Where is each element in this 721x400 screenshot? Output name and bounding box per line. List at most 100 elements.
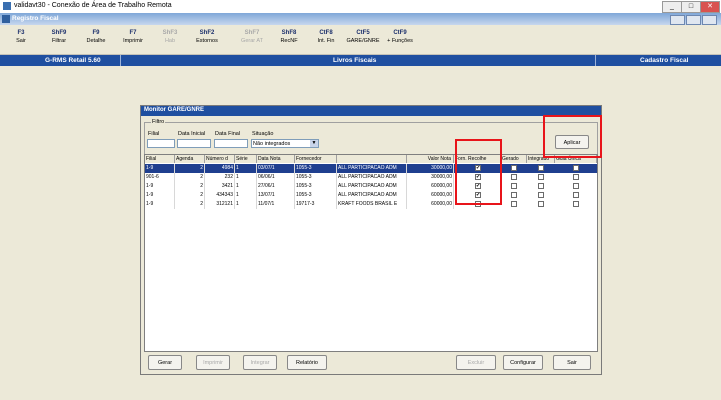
app-minimize-button[interactable]	[670, 15, 685, 25]
cell-valor: 30000,00	[407, 164, 454, 173]
col-serie[interactable]: Série	[235, 155, 257, 163]
app-close-button[interactable]	[702, 15, 717, 25]
table-row[interactable]: 1-9 2 4984 1 03/07/1 1055-3 ALL PARTICIPACAO A…	[145, 164, 597, 173]
table-row[interactable]: 1-9 2 312121 1 11/07/1 19717-3 KRAFT FOODS BRA…	[145, 200, 597, 209]
checkbox-integrado[interactable]	[538, 165, 544, 171]
toolbar-estornos[interactable]: ShF2 Estornos	[190, 30, 224, 44]
cell-serie: 1	[235, 173, 257, 182]
col-gerado[interactable]: Gerado	[501, 155, 527, 163]
excluir-button[interactable]: Excluir	[456, 355, 496, 370]
remote-desktop-title: validavt30 - Conexão de Área de Trabalho…	[14, 2, 172, 9]
chevron-down-icon: ▼	[310, 140, 318, 147]
cell-data: 11/07/1	[257, 200, 295, 209]
toolbar-int-fin[interactable]: CtF8 Int. Fin	[309, 30, 343, 44]
data-final-input[interactable]	[214, 139, 248, 148]
cell-valor: 30000,00	[407, 173, 454, 182]
cell-forn-cod: 1055-3	[295, 173, 337, 182]
checkbox-gerado[interactable]	[511, 165, 517, 171]
checkbox-integrado[interactable]	[538, 192, 544, 198]
cell-data: 13/07/1	[257, 191, 295, 200]
checkbox-guia[interactable]	[573, 174, 579, 180]
col-fornecedor-nome[interactable]	[337, 155, 407, 163]
toolbar-gare-gnre[interactable]: CtF5 GARE/GNRE	[346, 30, 380, 44]
minimize-button[interactable]: _	[662, 1, 682, 13]
dialog-titlebar: Monitor GARE/GNRE	[141, 106, 601, 116]
checkbox-integrado[interactable]	[538, 183, 544, 189]
highlight-forn-recolhe	[455, 139, 502, 205]
module-banner: G-RMS Retail 5.60 Livros Fiscais Cadastr…	[0, 55, 721, 66]
cell-forn-nome: ALL PARTICIPACAO ADM	[337, 173, 407, 182]
cell-valor: 60000,00	[407, 182, 454, 191]
cell-serie: 1	[235, 182, 257, 191]
table-row[interactable]: 1-9 2 434343 1 13/07/1 1055-3 ALL PARTICIPACAO…	[145, 191, 597, 200]
monitor-gare-gnre-dialog: Monitor GARE/GNRE Filtro Filial Data Ini…	[140, 105, 602, 375]
col-filial[interactable]: Filial	[145, 155, 175, 163]
banner-product: G-RMS Retail 5.60	[45, 57, 101, 64]
cell-numero: 434343	[205, 191, 235, 200]
checkbox-gerado[interactable]	[511, 183, 517, 189]
imprimir-button[interactable]: Imprimir	[196, 355, 230, 370]
col-fornecedor[interactable]: Fornecedor	[295, 155, 337, 163]
cell-serie: 1	[235, 200, 257, 209]
cell-forn-cod: 1055-3	[295, 164, 337, 173]
close-button[interactable]: ✕	[700, 1, 720, 13]
cell-filial: 1-9	[145, 200, 175, 209]
cell-data: 03/07/1	[257, 164, 295, 173]
cell-serie: 1	[235, 164, 257, 173]
sair-button[interactable]: Sair	[553, 355, 591, 370]
situacao-label: Situação	[252, 131, 274, 137]
table-row[interactable]: 1-9 2 3421 1 27/06/1 1055-3 ALL PARTICIPACAO A…	[145, 182, 597, 191]
app-titlebar: Registro Fiscal	[0, 13, 721, 25]
toolbar-filtrar[interactable]: ShF9 Filtrar	[42, 30, 76, 44]
data-inicial-label: Data Inicial	[178, 131, 206, 137]
checkbox-gerado[interactable]	[511, 174, 517, 180]
checkbox-guia[interactable]	[573, 201, 579, 207]
filial-input[interactable]	[147, 139, 175, 148]
cell-agenda: 2	[175, 182, 205, 191]
integrar-button[interactable]: Integrar	[243, 355, 277, 370]
cell-valor: 60000,00	[407, 200, 454, 209]
toolbar-hab[interactable]: ShF3 Hab	[153, 30, 187, 44]
configurar-button[interactable]: Configurar	[503, 355, 543, 370]
cell-serie: 1	[235, 191, 257, 200]
toolbar-sair[interactable]: F3 Sair	[4, 30, 38, 44]
cell-filial: 1-9	[145, 182, 175, 191]
banner-module: Livros Fiscais	[333, 57, 377, 64]
checkbox-integrado[interactable]	[538, 201, 544, 207]
cell-agenda: 2	[175, 173, 205, 182]
col-agenda[interactable]: Agenda	[175, 155, 205, 163]
cell-forn-nome: ALL PARTICIPACAO ADM	[337, 182, 407, 191]
maximize-button[interactable]: □	[681, 1, 701, 13]
cell-filial: 1-9	[145, 191, 175, 200]
cell-forn-nome: ALL PARTICIPACAO ADM	[337, 191, 407, 200]
data-inicial-input[interactable]	[177, 139, 211, 148]
dialog-title: Monitor GARE/GNRE	[144, 107, 204, 113]
toolbar-detalhe[interactable]: F9 Detalhe	[79, 30, 113, 44]
checkbox-gerado[interactable]	[511, 192, 517, 198]
gare-grid: Filial Agenda Número d Série Data Nota F…	[144, 154, 598, 352]
cell-valor: 60000,00	[407, 191, 454, 200]
remote-desktop-titlebar: validavt30 - Conexão de Área de Trabalho…	[0, 0, 721, 13]
checkbox-gerado[interactable]	[511, 201, 517, 207]
grid-header: Filial Agenda Número d Série Data Nota F…	[145, 155, 597, 163]
table-row[interactable]: 901-6 2 232 1 06/06/1 1055-3 ALL PARTICIPACAO …	[145, 173, 597, 182]
relatorio-button[interactable]: Relatório	[287, 355, 327, 370]
checkbox-guia[interactable]	[573, 165, 579, 171]
cell-forn-cod: 1055-3	[295, 182, 337, 191]
toolbar-gerar-at[interactable]: ShF7 Gerar AT	[235, 30, 269, 44]
cell-numero: 232	[205, 173, 235, 182]
checkbox-guia[interactable]	[573, 183, 579, 189]
gerar-button[interactable]: Gerar	[148, 355, 182, 370]
col-data-nota[interactable]: Data Nota	[257, 155, 295, 163]
toolbar-recnf[interactable]: ShF8 RecNF	[272, 30, 306, 44]
checkbox-guia[interactable]	[573, 192, 579, 198]
col-valor-nota[interactable]: Valor Nota	[407, 155, 454, 163]
situacao-select[interactable]: Não integrados ▼	[251, 139, 319, 148]
col-numero[interactable]: Número d	[205, 155, 235, 163]
cell-filial: 1-9	[145, 164, 175, 173]
toolbar-mais-funcoes[interactable]: CtF9 + Funções	[383, 30, 417, 44]
app-maximize-button[interactable]	[686, 15, 701, 25]
toolbar-imprimir[interactable]: F7 Imprimir	[116, 30, 150, 44]
checkbox-integrado[interactable]	[538, 174, 544, 180]
banner-section: Cadastro Fiscal	[640, 57, 689, 64]
